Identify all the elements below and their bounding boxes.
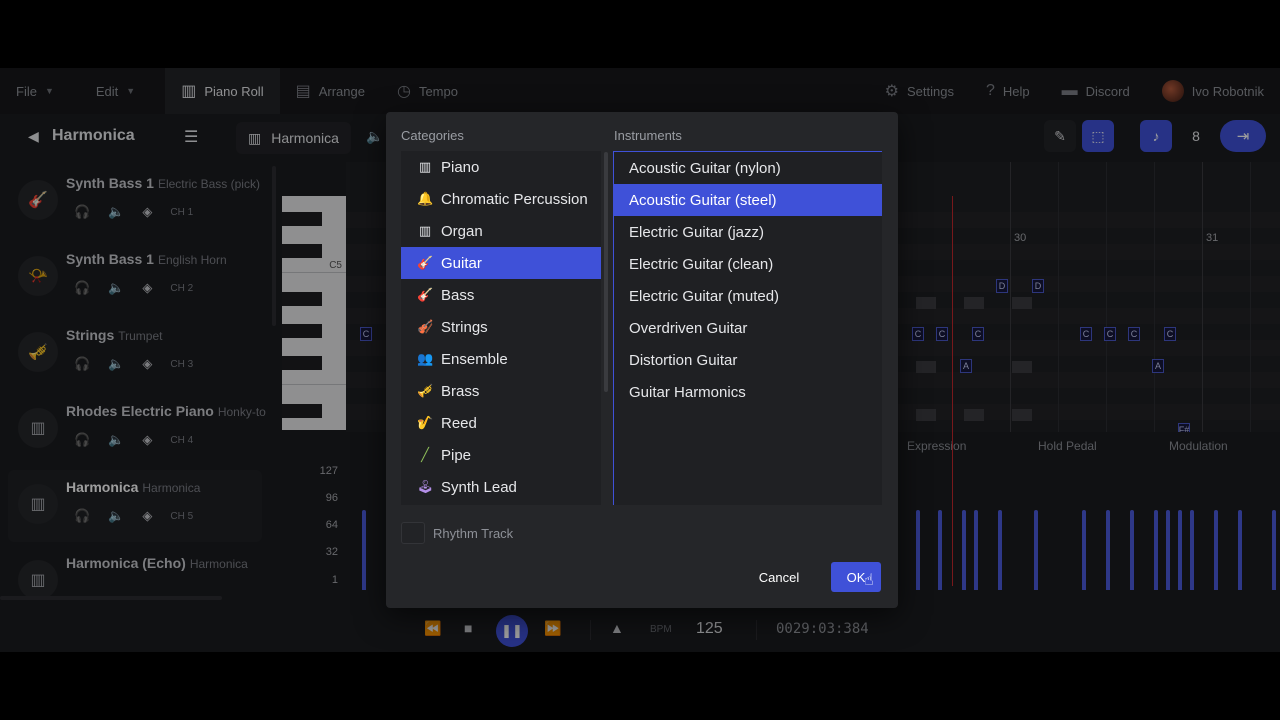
people-icon: 👥 [417,351,434,366]
mouse-pointer-icon: ☝ [864,572,874,589]
joystick-icon: 🕹 [417,479,434,494]
category-label: Pipe [441,446,472,464]
instrument-list: Acoustic Guitar (nylon) Acoustic Guitar … [613,151,882,505]
category-label: Strings [441,318,488,336]
instrument-item[interactable]: Electric Guitar (muted) [614,280,882,312]
category-item-synth-lead[interactable]: 🕹 Synth Lead [401,471,601,503]
category-label: Reed [441,414,477,432]
violin-icon: 🎻 [417,319,434,334]
saxophone-icon: 🎷 [417,415,434,430]
piano-icon: ▥ [418,159,432,174]
category-item-strings[interactable]: 🎻 Strings [401,311,601,343]
category-item-ensemble[interactable]: 👥 Ensemble [401,343,601,375]
category-scrollbar[interactable] [604,152,608,392]
category-label: Bass [441,286,475,304]
instrument-item[interactable]: Overdriven Guitar [614,312,882,344]
category-item-chromatic-percussion[interactable]: 🔔 Chromatic Percussion [401,183,601,215]
category-item-organ[interactable]: ▥ Organ [401,215,601,247]
instrument-item[interactable]: Electric Guitar (clean) [614,248,882,280]
trumpet-icon: 🎺 [417,383,434,398]
category-label: Ensemble [441,350,508,368]
instruments-title: Instruments [614,128,682,143]
instrument-item[interactable]: Electric Guitar (jazz) [614,216,882,248]
category-label: Organ [441,222,483,240]
bass-icon: 🎸 [417,287,434,302]
bell-icon: 🔔 [417,191,434,206]
category-label: Guitar [441,254,482,272]
category-item-brass[interactable]: 🎺 Brass [401,375,601,407]
category-label: Chromatic Percussion [441,190,588,208]
category-item-pipe[interactable]: ╱ Pipe [401,439,601,471]
category-item-reed[interactable]: 🎷 Reed [401,407,601,439]
instrument-dialog: Categories Instruments ▥ Piano 🔔 Chromatic… [386,112,898,608]
guitar-icon: 🎸 [417,255,434,270]
category-item-guitar[interactable]: 🎸 Guitar [401,247,601,279]
instrument-item[interactable]: Distortion Guitar [614,344,882,376]
cancel-button[interactable]: Cancel [750,562,808,592]
instrument-item-selected[interactable]: Acoustic Guitar (steel) [614,184,882,216]
flute-icon: ╱ [421,447,429,462]
rhythm-track-label: Rhythm Track [433,526,514,541]
instrument-item[interactable]: Guitar Harmonics [614,376,882,408]
instrument-item[interactable]: Acoustic Guitar (nylon) [614,152,882,184]
organ-icon: ▥ [418,223,432,238]
rhythm-track-checkbox[interactable] [401,522,425,544]
categories-title: Categories [401,128,464,143]
category-label: Brass [441,382,480,400]
category-item-bass[interactable]: 🎸 Bass [401,279,601,311]
category-item-piano[interactable]: ▥ Piano [401,151,601,183]
category-list: ▥ Piano 🔔 Chromatic Percussion ▥ Organ 🎸 Gui… [401,151,601,505]
category-label: Synth Lead [441,478,517,496]
category-label: Piano [441,158,480,176]
